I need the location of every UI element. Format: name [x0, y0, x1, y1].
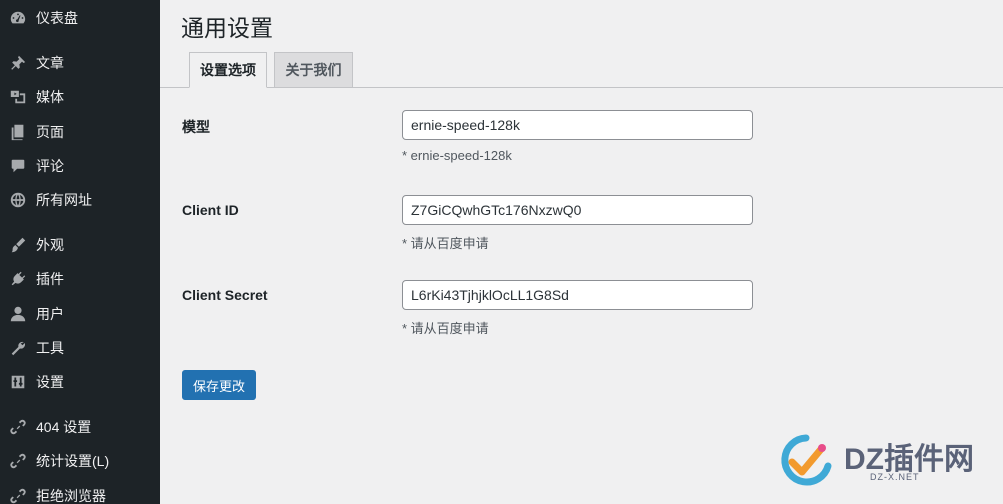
dz-plugin-watermark: DZ插件网 DZ-X.NET [774, 430, 989, 490]
sidebar-item-label: 仪表盘 [36, 10, 78, 26]
link-icon [8, 451, 28, 471]
client-id-label: Client ID [182, 202, 239, 218]
sidebar-item-label: 文章 [36, 55, 64, 71]
client-secret-label: Client Secret [182, 287, 268, 303]
media-icon [8, 87, 28, 107]
tab-settings-options[interactable]: 设置选项 [189, 52, 267, 88]
sidebar-item-settings[interactable]: 设置 [0, 365, 160, 399]
tab-about-us[interactable]: 关于我们 [274, 52, 353, 88]
sidebar-item-label: 评论 [36, 158, 64, 174]
page-icon [8, 122, 28, 142]
model-input[interactable] [402, 110, 753, 140]
sidebar-item-all-urls[interactable]: 所有网址 [0, 183, 160, 217]
client-secret-input[interactable] [402, 280, 753, 310]
sidebar-item-label: 工具 [36, 340, 64, 356]
brush-icon [8, 235, 28, 255]
sidebar-item-label: 统计设置(L) [36, 453, 110, 469]
client-secret-description: * 请从百度申请 [402, 321, 489, 336]
sidebar-item-label: 所有网址 [36, 192, 92, 208]
client-id-description: * 请从百度申请 [402, 236, 489, 251]
sidebar-item-label: 404 设置 [36, 419, 92, 435]
model-description: * ernie-speed-128k [402, 148, 512, 163]
dashboard-icon [8, 8, 28, 28]
model-label: 模型 [182, 119, 210, 135]
comment-icon [8, 156, 28, 176]
pin-icon [8, 53, 28, 73]
sidebar-item-label: 拒绝浏览器 [36, 488, 106, 504]
link-icon [8, 417, 28, 437]
sidebar-item-label: 设置 [36, 374, 64, 390]
sidebar-item-label: 页面 [36, 124, 64, 140]
sidebar-item-comments[interactable]: 评论 [0, 149, 160, 183]
sidebar-item-tools[interactable]: 工具 [0, 331, 160, 365]
sidebar-item-label: 插件 [36, 271, 64, 287]
link-icon [8, 486, 28, 504]
sidebar-item-media[interactable]: 媒体 [0, 80, 160, 114]
sidebar-item-stats-settings[interactable]: 统计设置(L) [0, 444, 160, 478]
sidebar-item-label: 媒体 [36, 89, 64, 105]
sidebar-item-plugins[interactable]: 插件 [0, 262, 160, 296]
sidebar-item-posts[interactable]: 文章 [0, 46, 160, 80]
settings-page: 通用设置 设置选项 关于我们 模型 * ernie-speed-128k Cli… [160, 0, 1003, 504]
settings-icon [8, 372, 28, 392]
sidebar-item-label: 外观 [36, 237, 64, 253]
save-changes-button[interactable]: 保存更改 [182, 370, 256, 400]
sidebar-item-pages[interactable]: 页面 [0, 115, 160, 149]
sidebar-item-block-browser[interactable]: 拒绝浏览器 [0, 479, 160, 504]
sidebar-item-dashboard[interactable]: 仪表盘 [0, 1, 160, 35]
dz-logo-icon [781, 434, 832, 486]
wrench-icon [8, 338, 28, 358]
sidebar-item-appearance[interactable]: 外观 [0, 228, 160, 262]
client-id-input[interactable] [402, 195, 753, 225]
watermark-subtext: DZ-X.NET [870, 472, 920, 482]
plugin-icon [8, 269, 28, 289]
page-title: 通用设置 [181, 15, 273, 41]
sidebar-item-users[interactable]: 用户 [0, 297, 160, 331]
sidebar-item-label: 用户 [36, 306, 64, 322]
admin-sidebar: 仪表盘 文章 媒体 页面 评论 所有网址 外观 插件 用户 工具 设置 404 … [0, 0, 160, 504]
user-icon [8, 304, 28, 324]
sidebar-item-404-settings[interactable]: 404 设置 [0, 410, 160, 444]
globe-icon [8, 190, 28, 210]
